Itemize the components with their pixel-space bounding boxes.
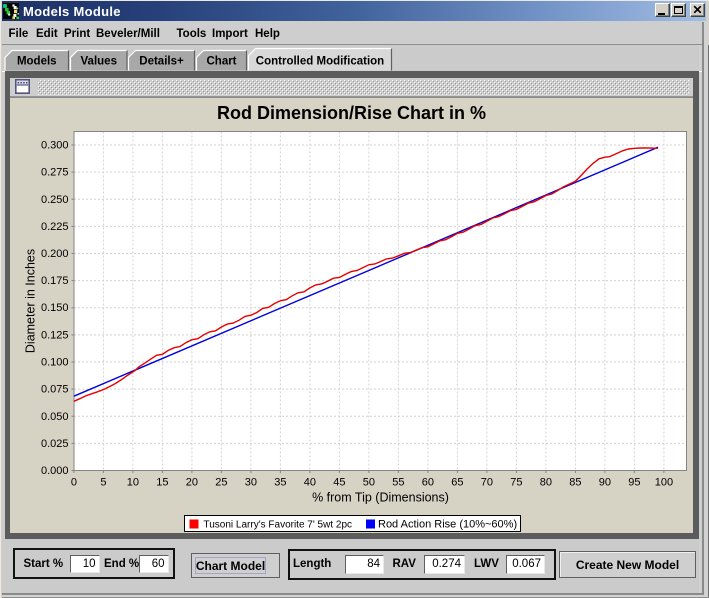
svg-text:Rod Action Rise (10%~60%): Rod Action Rise (10%~60%) — [378, 519, 517, 531]
svg-text:0.050: 0.050 — [41, 411, 69, 423]
svg-text:0.125: 0.125 — [41, 329, 69, 341]
svg-text:95: 95 — [628, 477, 640, 489]
svg-text:30: 30 — [245, 477, 257, 489]
svg-text:0.200: 0.200 — [41, 248, 69, 260]
svg-text:35: 35 — [274, 477, 286, 489]
svg-text:90: 90 — [599, 477, 611, 489]
svg-text:55: 55 — [392, 477, 404, 489]
svg-text:25: 25 — [215, 477, 227, 489]
svg-text:10: 10 — [127, 477, 139, 489]
svg-text:75: 75 — [510, 477, 522, 489]
svg-text:0.175: 0.175 — [41, 275, 69, 287]
svg-text:85: 85 — [569, 477, 581, 489]
svg-text:70: 70 — [481, 477, 493, 489]
svg-text:% from Tip (Dimensions): % from Tip (Dimensions) — [312, 491, 449, 505]
svg-text:45: 45 — [333, 477, 345, 489]
svg-text:15: 15 — [156, 477, 168, 489]
svg-text:0.300: 0.300 — [41, 140, 69, 152]
svg-text:100: 100 — [655, 477, 673, 489]
svg-text:0.075: 0.075 — [41, 384, 69, 396]
svg-text:Tusoni Larry's Favorite 7' 5wt: Tusoni Larry's Favorite 7' 5wt 2pc — [204, 520, 353, 531]
svg-text:5: 5 — [100, 477, 106, 489]
svg-text:0.150: 0.150 — [41, 302, 69, 314]
svg-text:50: 50 — [363, 477, 375, 489]
svg-text:65: 65 — [451, 477, 463, 489]
svg-text:0.250: 0.250 — [41, 194, 69, 206]
svg-text:20: 20 — [186, 477, 198, 489]
svg-text:0.275: 0.275 — [41, 167, 69, 179]
svg-text:Diameter in Inches: Diameter in Inches — [24, 249, 38, 353]
svg-text:80: 80 — [540, 477, 552, 489]
svg-text:0.100: 0.100 — [41, 357, 69, 369]
svg-text:60: 60 — [422, 477, 434, 489]
svg-text:Rod Dimension/Rise Chart in %: Rod Dimension/Rise Chart in % — [217, 103, 486, 123]
svg-text:40: 40 — [304, 477, 316, 489]
svg-text:0.025: 0.025 — [41, 438, 69, 450]
svg-text:0.000: 0.000 — [41, 465, 69, 477]
svg-text:0.225: 0.225 — [41, 221, 69, 233]
svg-text:0: 0 — [71, 477, 77, 489]
